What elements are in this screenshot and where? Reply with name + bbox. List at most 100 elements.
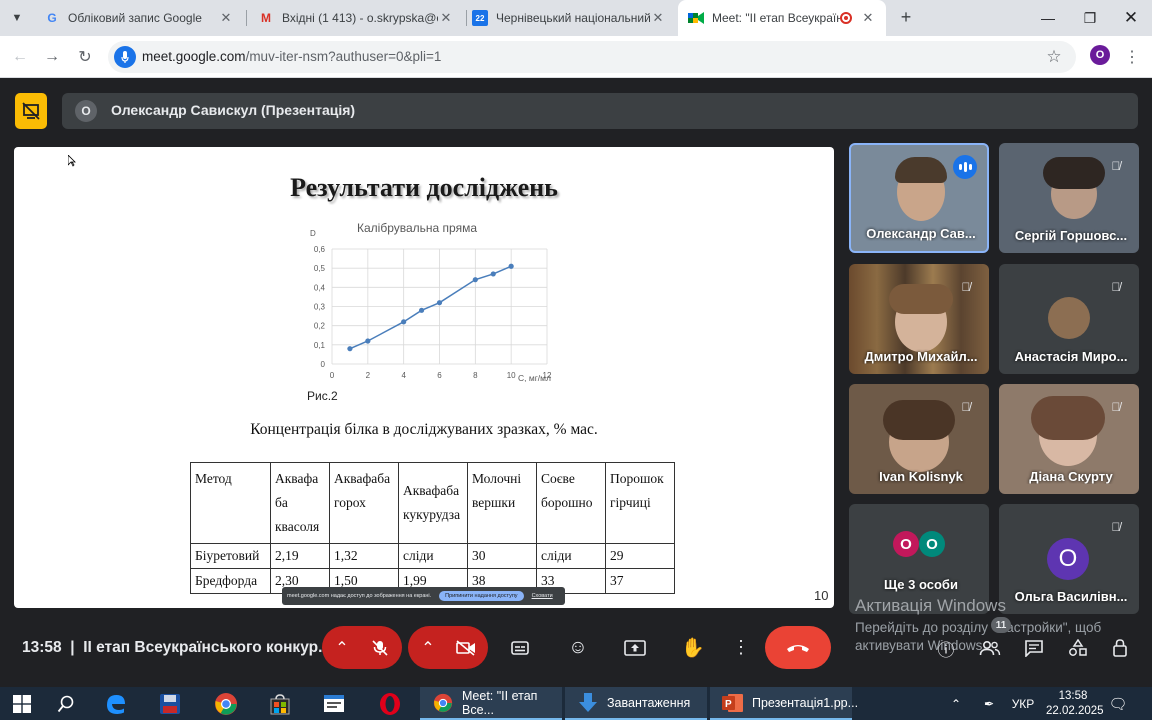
table-cell: Біуретовий: [190, 543, 271, 569]
document-app-icon[interactable]: [312, 688, 356, 720]
taskbar-app-label: Презентація1.pp...: [752, 695, 859, 710]
captions-button[interactable]: [500, 626, 540, 669]
floppy-app-icon[interactable]: [148, 688, 192, 720]
meeting-info-icon[interactable]: ⓘ: [934, 636, 958, 660]
browser-menu-icon[interactable]: ⋮: [1124, 45, 1140, 69]
raise-hand-icon[interactable]: ✋: [672, 626, 714, 669]
header-line: Порошок: [610, 471, 664, 486]
address-bar[interactable]: meet.google.com/muv-iter-nsm?authuser=0&…: [108, 41, 1076, 73]
tab-search-chevron-icon[interactable]: ▼: [6, 7, 28, 29]
forward-arrow-icon[interactable]: →: [40, 45, 64, 69]
taskbar-clock[interactable]: 13:58 22.02.2025: [1046, 687, 1104, 720]
participant-tile[interactable]: 🎙̸ Ivan Kolisnyk: [849, 384, 989, 494]
participant-tile[interactable]: 🎙̸ Дмитро Михайл...: [849, 264, 989, 374]
header-line: квасоля: [275, 519, 320, 534]
taskbar-app-meet[interactable]: Meet: "II етап Все...: [420, 687, 562, 720]
activities-icon[interactable]: [1066, 636, 1090, 660]
stop-sharing-button[interactable]: Припинити надання доступу: [439, 591, 524, 601]
camera-off-button[interactable]: [444, 626, 488, 669]
table-cell: 29: [605, 543, 675, 569]
table-header-cell: Аквафаба горох: [329, 462, 399, 544]
notifications-icon[interactable]: 🗨: [1104, 687, 1132, 720]
close-icon[interactable]: ✕: [860, 10, 876, 26]
reload-icon[interactable]: ↻: [73, 45, 97, 69]
data-point: [508, 263, 514, 269]
bookmark-star-icon[interactable]: ☆: [1044, 47, 1064, 67]
edge-icon[interactable]: [94, 688, 138, 720]
header-line: Аквафаба: [334, 471, 391, 486]
people-icon[interactable]: [978, 636, 1002, 660]
meeting-title: II етап Всеукраїнського конкур...: [83, 639, 331, 656]
chart-title: Калібрувальна пряма: [357, 221, 477, 235]
profile-avatar[interactable]: O: [1090, 45, 1110, 65]
video-options-chevron-icon[interactable]: ⌃: [408, 626, 448, 669]
taskbar-app-downloads[interactable]: Завантаження: [565, 687, 707, 720]
data-point: [365, 338, 371, 344]
present-screen-button[interactable]: [614, 626, 656, 669]
mouse-cursor-icon: [68, 155, 76, 167]
table-header-cell: Метод: [190, 462, 271, 544]
data-point: [418, 307, 425, 313]
emoji-reactions-icon[interactable]: ☺: [558, 626, 598, 669]
chat-icon[interactable]: [1022, 636, 1046, 660]
taskbar-time: 13:58: [1058, 690, 1088, 702]
microphone-site-icon[interactable]: [114, 46, 136, 68]
pen-icon[interactable]: ✒: [976, 687, 1002, 720]
mic-off-icon: 🎙̸: [961, 280, 971, 294]
participant-name: Олександр Сав...: [866, 226, 976, 241]
restore-icon[interactable]: ❐: [1069, 0, 1111, 36]
presenter-avatar: О: [75, 100, 97, 122]
new-tab-plus-icon[interactable]: +: [895, 6, 917, 28]
close-icon[interactable]: ✕: [218, 10, 234, 26]
hide-banner-link[interactable]: Сховати: [532, 593, 553, 599]
slide-number: 10: [814, 588, 829, 603]
audio-options-chevron-icon[interactable]: ⌃: [322, 626, 362, 669]
windows-start-icon[interactable]: [0, 688, 44, 720]
participant-tile[interactable]: 🎙̸ Анастасія Миро...: [999, 264, 1139, 374]
taskbar-app-powerpoint[interactable]: P Презентація1.pp...: [710, 687, 858, 720]
close-icon[interactable]: ✕: [438, 10, 454, 26]
figure-caption: Рис.2: [307, 389, 338, 403]
window-close-icon[interactable]: ✕: [1110, 0, 1152, 36]
participant-tile[interactable]: 🎙̸ Діана Скурту: [999, 384, 1139, 494]
search-icon[interactable]: [44, 688, 88, 720]
windows-taskbar: Meet: "II етап Все... Завантаження P Пре…: [0, 687, 1152, 720]
participant-tile[interactable]: 🎙̸ Сергій Горшовс...: [999, 143, 1139, 253]
show-hidden-icons-chevron-icon[interactable]: ⌃: [946, 687, 966, 720]
people-glyph: [979, 640, 1001, 656]
tab-gmail[interactable]: M Вхідні (1 413) - o.skrypska@chnu.edu.u…: [248, 0, 464, 36]
chart-ticks: 0 2 4 6 8 10 1200,10,20,30,40,50,6: [314, 245, 552, 380]
meet-icon: [688, 10, 704, 26]
participant-hair: [1031, 396, 1105, 440]
table-header-cell: Порошок гірчиці: [605, 462, 675, 544]
input-language[interactable]: УКР: [1008, 687, 1038, 720]
mic-off-icon: 🎙̸: [1111, 400, 1121, 414]
participant-name: Сергій Горшовс...: [1014, 228, 1128, 243]
mic-off-button[interactable]: [358, 626, 402, 669]
tab-university[interactable]: 22 Чернівецький національний університет…: [462, 0, 676, 36]
minimize-icon[interactable]: —: [1027, 0, 1069, 36]
host-controls-lock-icon[interactable]: [1108, 636, 1132, 660]
participant-hair: [889, 284, 953, 314]
mic-off-icon: 🎙̸: [961, 400, 971, 414]
url-path: /muv-iter-nsm?authuser=0&pli=1: [245, 49, 442, 64]
leave-call-button[interactable]: [765, 626, 831, 669]
store-icon[interactable]: [258, 688, 302, 720]
close-icon[interactable]: ✕: [650, 10, 666, 26]
download-icon: [577, 692, 599, 714]
opera-icon[interactable]: [368, 688, 412, 720]
url-text: meet.google.com/muv-iter-nsm?authuser=0&…: [142, 49, 441, 64]
back-arrow-icon[interactable]: ←: [8, 45, 32, 69]
presentation-icon[interactable]: [15, 93, 47, 129]
tab-meet[interactable]: Meet: "II етап Всеукраїнського конкурсу"…: [678, 0, 886, 36]
browser-tab-strip: ▼ G Обліковий запис Google ✕ M Вхідні (1…: [0, 0, 1152, 36]
header-line: горох: [334, 495, 366, 510]
more-options-icon[interactable]: ⋮: [728, 626, 754, 669]
header-line: Соєве: [541, 471, 575, 486]
tab-google-account[interactable]: G Обліковий запис Google ✕: [34, 0, 244, 36]
tab-separator: [246, 10, 247, 26]
data-point: [472, 277, 478, 283]
present-screen-icon: [624, 639, 646, 656]
participant-tile[interactable]: Олександр Сав...: [849, 143, 989, 253]
chrome-icon[interactable]: [204, 688, 248, 720]
